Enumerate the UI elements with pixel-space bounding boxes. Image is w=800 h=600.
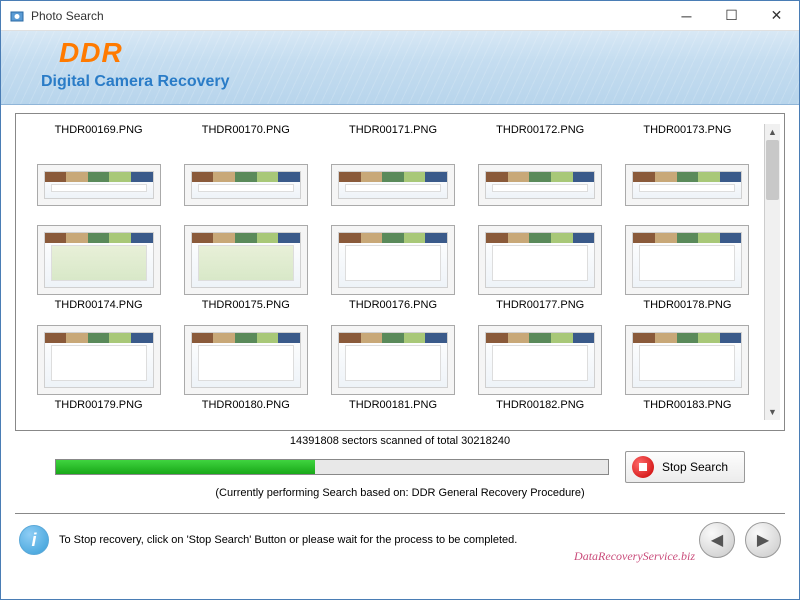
back-button[interactable]: ◀: [699, 522, 735, 558]
vertical-scrollbar[interactable]: ▲ ▼: [764, 124, 780, 420]
file-name: THDR00176.PNG: [349, 299, 437, 311]
thumbnail: [331, 164, 455, 206]
file-name: THDR00173.PNG: [643, 124, 731, 136]
thumbnail: [478, 164, 602, 206]
list-item[interactable]: THDR00174.PNG: [30, 225, 167, 320]
file-name: THDR00178.PNG: [643, 299, 731, 311]
window-title: Photo Search: [31, 9, 664, 23]
list-item[interactable]: THDR00181.PNG: [324, 325, 461, 420]
thumbnail: [478, 225, 602, 295]
list-item[interactable]: THDR00175.PNG: [177, 225, 314, 320]
scroll-up-icon[interactable]: ▲: [765, 124, 780, 140]
thumbnail: [331, 225, 455, 295]
thumbnail: [184, 225, 308, 295]
progress-bar: [55, 459, 609, 475]
progress-area: 14391808 sectors scanned of total 302182…: [15, 431, 785, 507]
stop-label: Stop Search: [662, 460, 728, 474]
file-name: THDR00169.PNG: [55, 124, 143, 136]
thumbnail: [478, 325, 602, 395]
list-item[interactable]: THDR00183.PNG: [619, 325, 756, 420]
watermark: DataRecoveryService.biz: [574, 549, 695, 564]
content-area: THDR00169.PNG THDR00170.PNG THDR00171.PN…: [1, 105, 799, 513]
thumbnail: [331, 325, 455, 395]
thumbnail: [625, 225, 749, 295]
file-name: THDR00174.PNG: [55, 299, 143, 311]
file-name: THDR00171.PNG: [349, 124, 437, 136]
results-frame: THDR00169.PNG THDR00170.PNG THDR00171.PN…: [15, 113, 785, 431]
file-name: THDR00179.PNG: [55, 399, 143, 411]
list-item[interactable]: THDR00182.PNG: [472, 325, 609, 420]
stop-icon: [632, 456, 654, 478]
forward-button[interactable]: ▶: [745, 522, 781, 558]
file-name: THDR00183.PNG: [643, 399, 731, 411]
scroll-track[interactable]: [765, 140, 780, 404]
thumbnail: [184, 325, 308, 395]
thumbnail: [184, 164, 308, 206]
footer-message: To Stop recovery, click on 'Stop Search'…: [59, 534, 689, 546]
list-item[interactable]: THDR00178.PNG: [619, 225, 756, 320]
list-item[interactable]: THDR00180.PNG: [177, 325, 314, 420]
file-name: THDR00172.PNG: [496, 124, 584, 136]
file-name: THDR00177.PNG: [496, 299, 584, 311]
titlebar: Photo Search ─ ☐ ✕: [1, 1, 799, 31]
banner: DDR Digital Camera Recovery: [1, 31, 799, 105]
scroll-down-icon[interactable]: ▼: [765, 404, 780, 420]
footer: i To Stop recovery, click on 'Stop Searc…: [15, 513, 785, 566]
info-icon: i: [19, 525, 49, 555]
file-name: THDR00180.PNG: [202, 399, 290, 411]
progress-status: 14391808 sectors scanned of total 302182…: [55, 435, 745, 447]
thumbnail: [625, 164, 749, 206]
list-item[interactable]: THDR00179.PNG: [30, 325, 167, 420]
list-item[interactable]: THDR00176.PNG: [324, 225, 461, 320]
thumbnail-grid: THDR00169.PNG THDR00170.PNG THDR00171.PN…: [30, 124, 756, 420]
file-name: THDR00181.PNG: [349, 399, 437, 411]
list-item[interactable]: THDR00177.PNG: [472, 225, 609, 320]
list-item[interactable]: THDR00173.PNG: [619, 124, 756, 219]
maximize-button[interactable]: ☐: [709, 1, 754, 30]
file-name: THDR00182.PNG: [496, 399, 584, 411]
close-button[interactable]: ✕: [754, 1, 799, 30]
thumbnail: [37, 325, 161, 395]
list-item[interactable]: THDR00171.PNG: [324, 124, 461, 219]
progress-fill: [56, 460, 315, 474]
scroll-thumb[interactable]: [766, 140, 779, 200]
list-item[interactable]: THDR00170.PNG: [177, 124, 314, 219]
stop-search-button[interactable]: Stop Search: [625, 451, 745, 483]
minimize-button[interactable]: ─: [664, 1, 709, 30]
thumbnail: [625, 325, 749, 395]
thumbnail: [37, 225, 161, 295]
file-name: THDR00175.PNG: [202, 299, 290, 311]
brand-logo: DDR: [59, 37, 123, 69]
brand-subtitle: Digital Camera Recovery: [41, 73, 230, 91]
thumbnail: [37, 164, 161, 206]
progress-note: (Currently performing Search based on: D…: [55, 487, 745, 499]
file-name: THDR00170.PNG: [202, 124, 290, 136]
list-item[interactable]: THDR00172.PNG: [472, 124, 609, 219]
app-icon: [9, 8, 25, 24]
list-item[interactable]: THDR00169.PNG: [30, 124, 167, 219]
